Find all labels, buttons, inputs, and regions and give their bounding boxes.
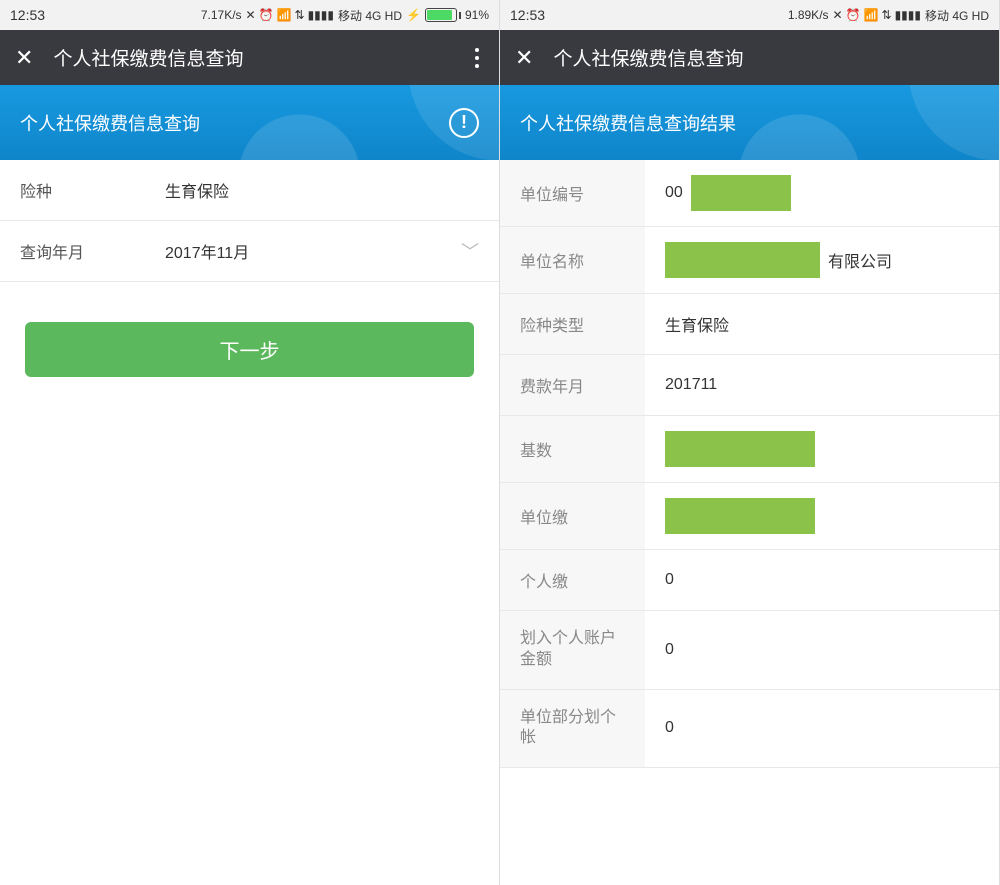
unit-split-row: 单位部分划个帐 0 [500,690,999,769]
redacted-block [691,175,791,211]
page-header-title: 个人社保缴费信息查询 [20,110,200,136]
more-menu-icon[interactable] [470,43,484,73]
status-carrier: 移动 4G HD [925,7,989,24]
personal-pay-value: 0 [645,556,999,604]
result-list: 单位编号 00 单位名称 有限公司 险种类型 生育保险 费款年月 201711 … [500,160,999,768]
status-icons: ✕ ⏰ 📶 ⇅ ▮▮▮▮ [246,8,334,22]
personal-account-row: 划入个人账户金额 0 [500,611,999,690]
charging-icon: ⚡ [406,8,421,22]
next-step-button[interactable]: 下一步 [25,322,474,377]
dnd-icon: ✕ [246,8,256,22]
insurance-type-row: 险种类型 生育保险 [500,294,999,355]
signal-icon: ▮▮▮▮ [308,8,334,22]
unit-name-suffix: 有限公司 [828,248,892,272]
page-header: 个人社保缴费信息查询结果 [500,85,999,160]
page-header: 个人社保缴费信息查询 ! [0,85,499,160]
unit-pay-row: 单位缴 [500,483,999,550]
payment-period-value: 201711 [645,361,999,409]
base-amount-row: 基数 [500,416,999,483]
unit-number-prefix: 00 [665,184,683,202]
status-bar: 12:53 7.17K/s ✕ ⏰ 📶 ⇅ ▮▮▮▮ 移动 4G HD ⚡ 91… [0,0,499,30]
unit-name-label: 单位名称 [500,227,645,293]
insurance-type-row[interactable]: 险种 生育保险 [0,160,499,221]
close-icon[interactable]: ✕ [515,45,533,71]
insurance-type-value: 生育保险 [645,297,999,351]
query-date-value: 2017年11月 [165,239,249,263]
payment-period-label: 费款年月 [500,355,645,415]
alarm-icon: ⏰ [846,8,861,22]
battery-percent: 91% [465,8,489,22]
status-icons: ✕ ⏰ 📶 ⇅ ▮▮▮▮ [833,8,921,22]
nav-title: 个人社保缴费信息查询 [53,44,243,71]
wifi-icon: 📶 [864,8,879,22]
personal-account-value: 0 [645,626,999,674]
unit-split-value: 0 [645,704,999,752]
unit-split-label: 单位部分划个帐 [500,690,645,768]
status-carrier: 移动 4G HD [338,7,402,24]
query-date-row[interactable]: 查询年月 2017年11月 ﹀ [0,221,499,282]
dnd-icon: ✕ [833,8,843,22]
personal-pay-row: 个人缴 0 [500,550,999,611]
battery-icon [425,8,461,22]
unit-number-label: 单位编号 [500,160,645,226]
status-speed: 7.17K/s [201,8,242,22]
nav-bar: ✕ 个人社保缴费信息查询 [0,30,499,85]
page-header-title: 个人社保缴费信息查询结果 [520,110,736,136]
status-time: 12:53 [10,7,45,23]
query-form: 险种 生育保险 查询年月 2017年11月 ﹀ [0,160,499,282]
insurance-type-value: 生育保险 [145,163,499,217]
info-icon[interactable]: ! [449,108,479,138]
insurance-type-label: 险种 [0,160,145,220]
personal-account-label: 划入个人账户金额 [500,611,645,689]
phone-result: 12:53 1.89K/s ✕ ⏰ 📶 ⇅ ▮▮▮▮ 移动 4G HD ✕ 个人… [500,0,1000,885]
phone-query: 12:53 7.17K/s ✕ ⏰ 📶 ⇅ ▮▮▮▮ 移动 4G HD ⚡ 91… [0,0,500,885]
redacted-block [665,498,815,534]
nav-bar: ✕ 个人社保缴费信息查询 [500,30,999,85]
nav-title: 个人社保缴费信息查询 [553,44,743,71]
query-date-label: 查询年月 [0,221,145,281]
redacted-block [665,242,820,278]
wifi-icon: 📶 [277,8,292,22]
status-bar: 12:53 1.89K/s ✕ ⏰ 📶 ⇅ ▮▮▮▮ 移动 4G HD [500,0,999,30]
status-speed: 1.89K/s [788,8,829,22]
base-amount-label: 基数 [500,416,645,482]
chevron-down-icon: ﹀ [461,238,479,264]
data-icon: ⇅ [882,8,892,22]
insurance-type-label: 险种类型 [500,294,645,354]
data-icon: ⇅ [295,8,305,22]
alarm-icon: ⏰ [259,8,274,22]
close-icon[interactable]: ✕ [15,45,33,71]
status-time: 12:53 [510,7,545,23]
signal-icon: ▮▮▮▮ [895,8,921,22]
payment-period-row: 费款年月 201711 [500,355,999,416]
personal-pay-label: 个人缴 [500,550,645,610]
redacted-block [665,431,815,467]
unit-pay-label: 单位缴 [500,483,645,549]
unit-name-row: 单位名称 有限公司 [500,227,999,294]
unit-number-row: 单位编号 00 [500,160,999,227]
